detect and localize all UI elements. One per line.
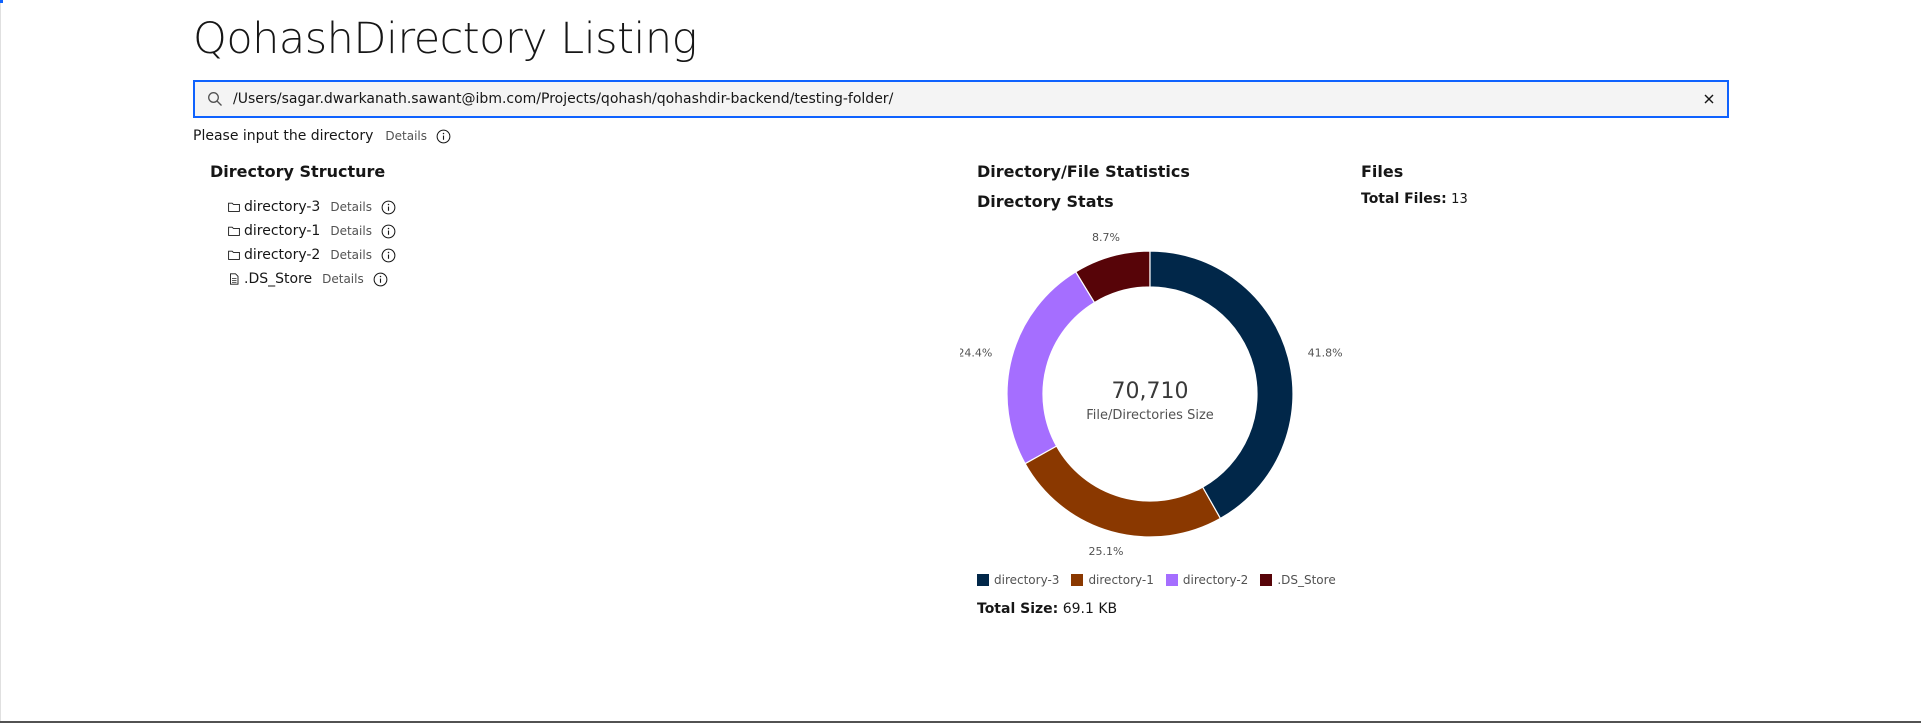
donut-chart: 70,710 File/Directories Size 41.8% 25.1% 2… bbox=[960, 231, 1343, 558]
corner-mark bbox=[0, 0, 3, 3]
search-box[interactable] bbox=[193, 80, 1729, 118]
search-details-link[interactable]: Details bbox=[385, 129, 427, 143]
legend-item-directory-3[interactable]: directory-3 bbox=[977, 573, 1059, 587]
legend-swatch bbox=[1260, 574, 1273, 586]
details-link[interactable]: Details bbox=[330, 200, 372, 214]
tree-item-label[interactable]: directory-3 bbox=[244, 199, 320, 215]
legend-swatch bbox=[1071, 574, 1084, 586]
tree-item-label[interactable]: directory-1 bbox=[244, 223, 320, 239]
folder-icon bbox=[228, 225, 240, 237]
donut-slice-directory-2[interactable] bbox=[1006, 271, 1096, 465]
tree-item-directory-3[interactable]: directory-3 Details bbox=[228, 195, 396, 219]
clear-search-button[interactable] bbox=[1701, 91, 1717, 107]
chart-center-value: 70,710 bbox=[1112, 379, 1189, 404]
tree-item-directory-1[interactable]: directory-1 Details bbox=[228, 219, 396, 243]
files-title: Files bbox=[1361, 162, 1404, 181]
search-input[interactable] bbox=[233, 82, 1673, 116]
folder-icon bbox=[228, 201, 240, 213]
close-icon bbox=[1704, 94, 1714, 104]
tree-item-ds-store[interactable]: .DS_Store Details bbox=[228, 267, 396, 291]
legend-swatch bbox=[1165, 574, 1178, 586]
slice-percent-label: 25.1% bbox=[1089, 545, 1124, 558]
total-size: Total Size: 69.1 KB bbox=[977, 601, 1117, 617]
info-icon[interactable] bbox=[373, 272, 388, 287]
legend-label: directory-3 bbox=[994, 573, 1060, 587]
document-icon bbox=[228, 273, 240, 285]
legend-label: directory-1 bbox=[1088, 573, 1154, 587]
page-title: QohashDirectory Listing bbox=[193, 14, 697, 64]
tree-item-directory-2[interactable]: directory-2 Details bbox=[228, 243, 396, 267]
folder-icon bbox=[228, 249, 240, 261]
directory-stats-title: Directory Stats bbox=[977, 192, 1114, 211]
legend-item-ds-store[interactable]: .DS_Store bbox=[1260, 573, 1336, 587]
details-link[interactable]: Details bbox=[330, 224, 372, 238]
legend-item-directory-2[interactable]: directory-2 bbox=[1165, 573, 1249, 587]
total-size-value: 69.1 KB bbox=[1062, 601, 1118, 617]
info-icon[interactable] bbox=[381, 248, 396, 263]
search-helper-text: Please input the directory bbox=[193, 128, 374, 144]
total-size-label: Total Size: bbox=[977, 601, 1059, 617]
donut-slice-directory-1[interactable] bbox=[1024, 445, 1222, 538]
directory-structure-title: Directory Structure bbox=[210, 162, 386, 181]
info-icon[interactable] bbox=[436, 129, 451, 144]
slice-percent-label: 41.8% bbox=[1308, 346, 1343, 359]
info-icon[interactable] bbox=[381, 200, 396, 215]
legend-item-directory-1[interactable]: directory-1 bbox=[1071, 573, 1154, 587]
files-total-value: 13 bbox=[1451, 192, 1468, 207]
slice-percent-label: 8.7% bbox=[1092, 231, 1120, 244]
legend-label: directory-2 bbox=[1182, 573, 1249, 587]
search-helper-row: Please input the directory Details bbox=[193, 128, 451, 144]
page-border bbox=[0, 0, 1, 723]
files-total: Total Files: 13 bbox=[1361, 191, 1468, 207]
details-link[interactable]: Details bbox=[330, 248, 372, 262]
slice-percent-label: 24.4% bbox=[960, 346, 992, 359]
chart-center-label: File/Directories Size bbox=[1086, 408, 1214, 423]
chart-legend: directory-3 directory-1 directory-2 .DS_Sto… bbox=[977, 573, 1348, 587]
statistics-title: Directory/File Statistics bbox=[977, 162, 1190, 181]
files-total-label: Total Files: bbox=[1361, 191, 1447, 207]
legend-label: .DS_Store bbox=[1277, 573, 1336, 587]
tree-item-label[interactable]: .DS_Store bbox=[244, 271, 312, 287]
tree-item-label[interactable]: directory-2 bbox=[244, 247, 320, 263]
directory-tree: directory-3 Details directory-1 Details … bbox=[228, 195, 396, 291]
details-link[interactable]: Details bbox=[322, 272, 364, 286]
info-icon[interactable] bbox=[381, 224, 396, 239]
legend-swatch bbox=[977, 574, 989, 586]
search-icon bbox=[207, 91, 223, 107]
